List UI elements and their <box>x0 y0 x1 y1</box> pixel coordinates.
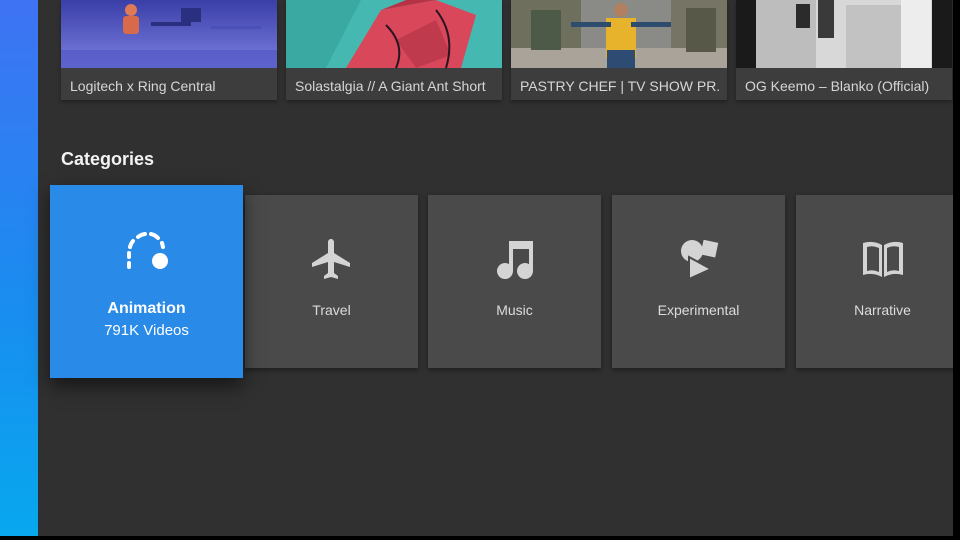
category-tile-animation[interactable]: Animation 791K Videos <box>50 185 243 378</box>
video-card[interactable]: Solastalgia // A Giant Ant Short <box>286 0 502 100</box>
nav-rail[interactable] <box>0 0 38 540</box>
category-tile-travel[interactable]: Travel <box>245 195 418 368</box>
airplane-icon <box>308 235 356 283</box>
video-thumbnail <box>511 0 727 68</box>
video-title: Solastalgia // A Giant Ant Short <box>295 78 486 94</box>
category-label: Music <box>496 302 533 318</box>
video-title: PASTRY CHEF | TV SHOW PR.. <box>520 78 721 94</box>
video-thumbnail <box>286 0 502 68</box>
category-label: Travel <box>312 302 351 318</box>
video-card[interactable]: OG Keemo – Blanko (Official) <box>736 0 952 100</box>
screen-edge <box>953 0 960 540</box>
video-card[interactable]: Logitech x Ring Central <box>61 0 277 100</box>
video-title: Logitech x Ring Central <box>70 78 216 94</box>
section-heading-categories: Categories <box>61 149 155 169</box>
video-thumbnail <box>736 0 952 68</box>
category-tile-experimental[interactable]: Experimental <box>612 195 785 368</box>
music-note-icon <box>491 235 539 283</box>
screen-edge <box>0 536 960 540</box>
shapes-icon <box>675 235 723 283</box>
category-label: Experimental <box>657 302 740 318</box>
category-tile-narrative[interactable]: Narrative <box>796 195 960 368</box>
book-icon <box>859 235 907 283</box>
app-screen: Logitech x Ring Central Solastalgia // A… <box>0 0 960 540</box>
category-label: Narrative <box>854 302 911 318</box>
video-title: OG Keemo – Blanko (Official) <box>745 78 930 94</box>
category-label: Animation <box>107 300 186 317</box>
video-card[interactable]: PASTRY CHEF | TV SHOW PR.. <box>511 0 727 100</box>
category-tile-music[interactable]: Music <box>428 195 601 368</box>
video-thumbnail <box>61 0 277 68</box>
animation-icon <box>123 227 171 275</box>
category-video-count: 791K Videos <box>104 322 189 339</box>
